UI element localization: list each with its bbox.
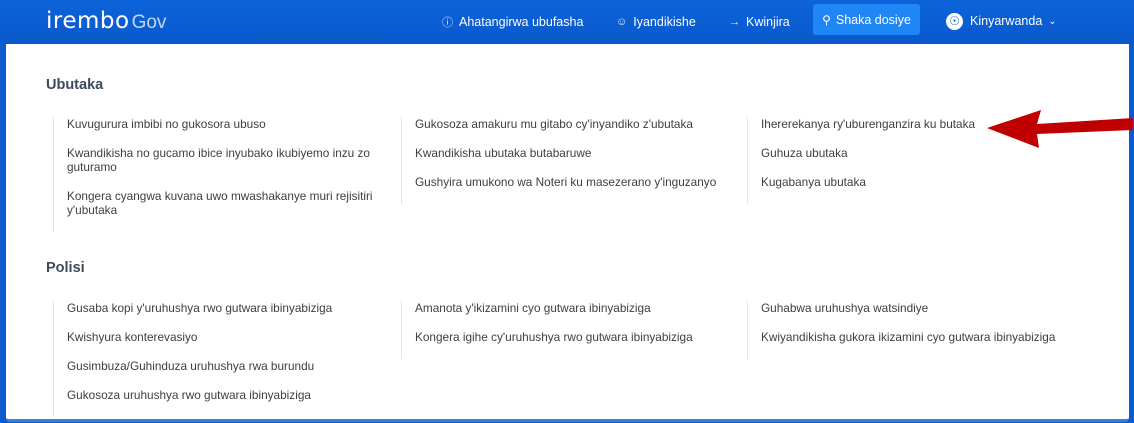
service-link[interactable]: Gukosoza amakuru mu gitabo cy'inyandiko … — [415, 117, 735, 131]
top-navigation-bar: irembo Gov ⓘ Ahatangirwa ubufasha ☺ Iyan… — [0, 0, 1134, 44]
nav-register[interactable]: ☺ Iyandikishe — [616, 0, 696, 44]
section-title-polisi: Polisi — [46, 260, 85, 276]
service-link[interactable]: Kwandikisha no gucamo ibice inyubako iku… — [67, 146, 387, 174]
polisi-column-3: Guhabwa uruhushya watsindiye Kwiyandikis… — [747, 301, 1121, 359]
irembo-logo[interactable]: irembo Gov — [46, 8, 166, 36]
search-application-button[interactable]: ⚲ Shaka dosiye — [813, 4, 920, 35]
service-link[interactable]: Kugabanya ubutaka — [761, 175, 1081, 189]
nav-register-label: Iyandikishe — [633, 15, 696, 29]
service-link[interactable]: Kwandikisha ubutaka butabaruwe — [415, 146, 735, 160]
brand-name: irembo — [46, 8, 130, 34]
language-label: Kinyarwanda — [970, 14, 1043, 28]
ubutaka-column-2: Gukosoza amakuru mu gitabo cy'inyandiko … — [401, 117, 735, 204]
service-link[interactable]: Kuvugurura imbibi no gukosora ubuso — [67, 117, 387, 131]
sign-in-icon: → — [729, 16, 740, 28]
nav-help[interactable]: ⓘ Ahatangirwa ubufasha — [442, 0, 583, 44]
service-link[interactable]: Kwishyura konterevasiyo — [67, 330, 387, 344]
service-link[interactable]: Gusaba kopi y'uruhushya rwo gutwara ibin… — [67, 301, 387, 315]
polisi-column-2: Amanota y'ikizamini cyo gutwara ibinyabi… — [401, 301, 735, 359]
nav-login[interactable]: → Kwinjira — [729, 0, 790, 44]
service-link[interactable]: Guhabwa uruhushya watsindiye — [761, 301, 1121, 315]
language-selector[interactable]: ☉ Kinyarwanda ⌄ — [946, 9, 1057, 33]
polisi-column-1: Gusaba kopi y'uruhushya rwo gutwara ibin… — [53, 301, 387, 417]
nav-login-label: Kwinjira — [746, 15, 790, 29]
service-link[interactable]: Kongera cyangwa kuvana uwo mwashakanye m… — [67, 189, 387, 217]
nav-help-label: Ahatangirwa ubufasha — [459, 15, 584, 29]
service-link[interactable]: Amanota y'ikizamini cyo gutwara ibinyabi… — [415, 301, 735, 315]
user-plus-icon: ☺ — [616, 16, 628, 28]
help-circle-icon: ⓘ — [442, 17, 453, 29]
globe-icon: ☉ — [946, 12, 963, 30]
service-link[interactable]: Gushyira umukono wa Noteri ku masezerano… — [415, 175, 735, 189]
red-pointer-arrow-icon — [987, 110, 1133, 148]
service-link[interactable]: Kwiyandikisha gukora ikizamini cyo gutwa… — [761, 330, 1121, 344]
service-link[interactable]: Kongera igihe cy'uruhushya rwo gutwara i… — [415, 330, 735, 344]
section-title-ubutaka: Ubutaka — [46, 77, 104, 93]
brand-suffix: Gov — [131, 12, 167, 33]
service-link[interactable]: Gukosoza uruhushya rwo gutwara ibinyabiz… — [67, 388, 387, 402]
search-icon: ⚲ — [822, 12, 831, 27]
services-dropdown-panel: Ubutaka Kuvugurura imbibi no gukosora ub… — [6, 44, 1129, 422]
ubutaka-column-1: Kuvugurura imbibi no gukosora ubuso Kwan… — [53, 117, 387, 232]
search-button-label: Shaka dosiye — [835, 12, 911, 27]
chevron-down-icon: ⌄ — [1048, 15, 1057, 27]
service-link[interactable]: Gusimbuza/Guhinduza uruhushya rwa burund… — [67, 359, 387, 373]
